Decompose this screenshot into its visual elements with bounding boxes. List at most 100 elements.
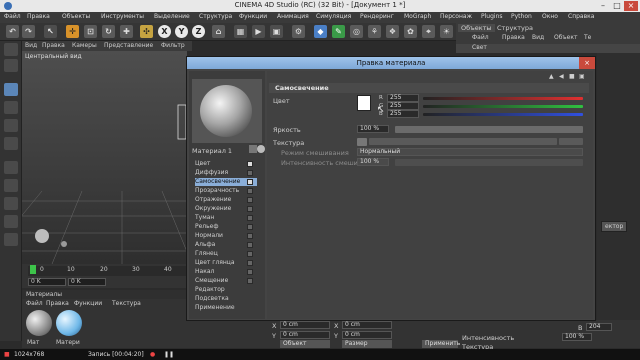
snap-icon[interactable] [4,197,18,210]
menu-icon[interactable]: ▣ [579,73,585,80]
materials-menu-functions[interactable]: Функции [74,300,102,307]
checkbox-fog[interactable] [247,215,253,221]
deformer-icon[interactable]: ❖ [386,25,399,38]
y-axis-button[interactable]: Y [175,25,188,38]
viewport-3d[interactable]: Центральный вид [22,51,187,264]
workplane-icon[interactable] [4,215,18,228]
b-value-field[interactable]: 255 [387,110,419,118]
viewport-menu-edit[interactable]: Правка [42,42,65,49]
color-swatch[interactable] [357,95,371,111]
recent-tool-icon[interactable]: ✣ [140,25,153,38]
y-size-field[interactable]: 0 cm [342,331,392,339]
model-mode-icon[interactable] [4,43,18,56]
menu-tools[interactable]: Инструменты [101,13,144,20]
checkbox-alpha[interactable] [247,242,253,248]
materials-menu-texture[interactable]: Текстура [112,300,141,307]
live-select-icon[interactable]: ↖ [44,25,57,38]
material-thumbnail[interactable] [26,310,52,336]
objects-menu-view[interactable]: Вид [532,34,544,41]
move-tool-icon[interactable]: ✛ [66,25,79,38]
checkbox-transparency[interactable] [247,188,253,194]
b-slider[interactable] [423,113,583,116]
object-mode-icon[interactable] [4,83,18,96]
checkbox-reflection[interactable] [247,197,253,203]
checkbox-color[interactable] [247,161,253,167]
apply-button[interactable]: Применить [422,340,460,348]
texture-mode-icon[interactable] [4,59,18,72]
array-icon[interactable]: ⚘ [368,25,381,38]
render-region-icon[interactable]: ▦ [234,25,247,38]
channel-illumination[interactable]: Подсветка [195,295,257,303]
checkbox-glow[interactable] [247,269,253,275]
close-window-button[interactable]: × [624,1,638,11]
tweak-mode-icon[interactable] [4,179,18,192]
objects-menu-tags[interactable]: Те [584,34,591,41]
menu-plugins[interactable]: Plugins [481,13,503,20]
points-mode-icon[interactable] [4,101,18,114]
lock-workplane-icon[interactable] [4,233,18,246]
minimize-button[interactable]: – [596,1,610,11]
frame-start-field[interactable]: 0 K [28,278,66,286]
menu-render[interactable]: Рендеринг [360,13,394,20]
menu-window[interactable]: Окно [542,13,558,20]
object-row-light[interactable]: Свет [456,44,640,53]
menu-mograph[interactable]: MoGraph [404,13,431,20]
cube-object-icon[interactable]: ◆ [314,25,327,38]
x-axis-button[interactable]: X [158,25,171,38]
redo-icon[interactable]: ↷ [22,25,35,38]
size-mode-select[interactable]: Размер [342,340,392,348]
checkbox-luminance[interactable] [247,179,253,185]
nurbs-icon[interactable]: ◎ [350,25,363,38]
b-field[interactable]: 204 [586,323,612,331]
y-position-field[interactable]: 0 cm [280,331,330,339]
menu-functions[interactable]: Функции [239,13,267,20]
mix-mode-select[interactable]: Нормальный [357,148,583,156]
checkbox-specular-color[interactable] [247,260,253,266]
undo-icon[interactable]: ↶ [6,25,19,38]
channel-assignment[interactable]: Применение [195,304,257,312]
menu-selection[interactable]: Выделение [154,13,190,20]
checkbox-bump[interactable] [247,224,253,230]
pause-icon[interactable]: ❚❚ [164,351,174,358]
scene-icon[interactable]: ✿ [404,25,417,38]
coord-mode-select[interactable]: Объект [280,340,330,348]
light-icon[interactable]: ☀ [440,25,453,38]
viewport-menu-display[interactable]: Представление [104,42,153,49]
texture-menu-button[interactable] [357,138,367,146]
objects-menu-edit[interactable]: Правка [502,34,525,41]
checkbox-displacement[interactable] [247,278,253,284]
coordinate-system-icon[interactable]: ⌂ [212,25,225,38]
materials-menu-file[interactable]: Файл [26,300,43,307]
menu-python[interactable]: Python [511,13,532,20]
checkbox-diffusion[interactable] [247,170,253,176]
material-thumbnail[interactable] [56,310,82,336]
menu-character[interactable]: Персонаж [440,13,472,20]
polygons-mode-icon[interactable] [4,137,18,150]
viewport-menu-view[interactable]: Вид [25,42,37,49]
texture-browse-button[interactable] [559,138,583,145]
g-slider[interactable] [423,105,583,108]
menu-simulation[interactable]: Симуляция [316,13,351,20]
camera-icon[interactable]: ⌖ [422,25,435,38]
edit-render-settings-icon[interactable]: ⚙ [292,25,305,38]
mix-strength-slider[interactable] [395,159,583,166]
timeline-cursor[interactable] [30,265,36,274]
menu-structure[interactable]: Структура [199,13,232,20]
viewport-menu-filter[interactable]: Фильтр [161,42,185,49]
objects-menu-file[interactable]: Файл [472,34,489,41]
menu-objects[interactable]: Объекты [62,13,90,20]
r-slider[interactable] [423,97,583,100]
preview-options-icon[interactable] [249,145,257,153]
g-value-field[interactable]: 255 [387,102,419,110]
tab-structure[interactable]: Структура [494,24,536,32]
scale-tool-icon[interactable]: ⊡ [84,25,97,38]
viewport-menu-cameras[interactable]: Камеры [72,42,97,49]
nav-up-icon[interactable]: ▲ [549,73,554,80]
menu-edit[interactable]: Правка [27,13,50,20]
r-value-field[interactable]: 255 [387,94,419,102]
rotate-tool-icon[interactable]: ↻ [102,25,115,38]
maximize-button[interactable]: □ [610,1,624,11]
mix-strength-field[interactable]: 100 % [357,158,389,166]
checkbox-specular[interactable] [247,251,253,257]
edges-mode-icon[interactable] [4,119,18,132]
